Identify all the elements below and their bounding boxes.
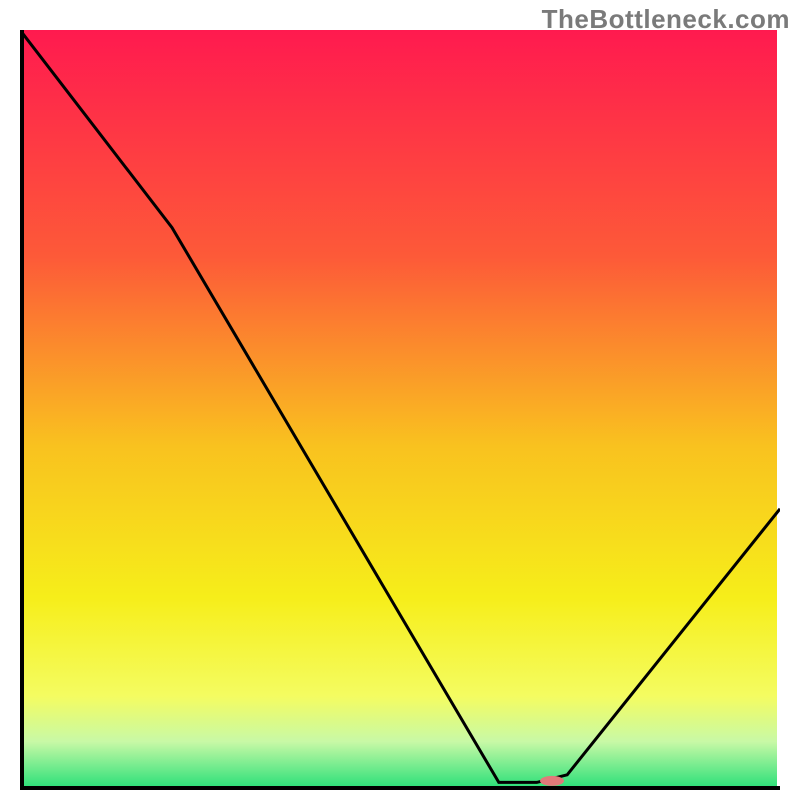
min-marker: [540, 776, 564, 786]
chart-container: TheBottleneck.com: [0, 0, 800, 800]
gradient-background: [23, 30, 777, 787]
bottleneck-chart: [20, 30, 780, 790]
